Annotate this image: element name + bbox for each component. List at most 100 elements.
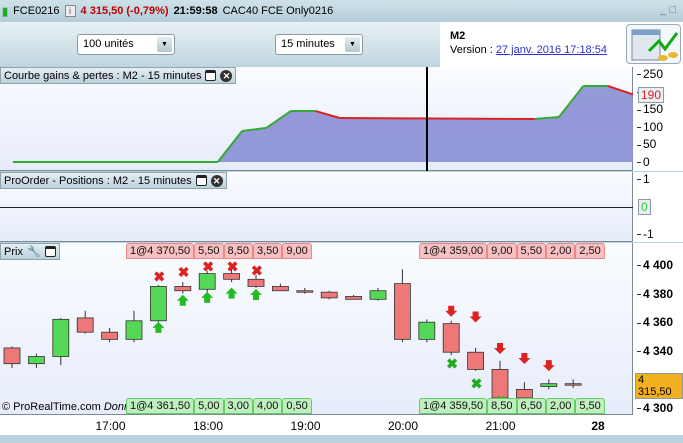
sell-arrow-icon — [518, 352, 531, 364]
system-info: M2 Version : 27 janv. 2016 17:18:54 — [440, 22, 683, 67]
order-cell: 9,00 — [282, 243, 312, 259]
order-cell: 6,50 — [516, 398, 546, 414]
backtest-report-icon[interactable] — [626, 24, 681, 64]
order-cell: 8,50 — [487, 398, 517, 414]
version-link[interactable]: 27 janv. 2016 17:18:54 — [496, 44, 607, 56]
order-cell: 3,50 — [252, 243, 283, 259]
positions-panel-header: ProOrder - Positions : M2 - 15 minutes ✕ — [0, 172, 227, 189]
candle — [27, 356, 45, 365]
wrench-icon[interactable]: 🔧 — [27, 245, 41, 258]
candle — [3, 347, 21, 365]
last-price: 4 315,50 — [80, 5, 124, 17]
clock: 21:59:58 — [173, 5, 218, 17]
tick-label: 100 — [637, 120, 663, 134]
order-summary-top: 1@4 359,00 9,00 5,50 2,00 2,50 — [419, 243, 605, 259]
candle — [516, 389, 533, 399]
exit-cross-icon: ✖ — [446, 356, 458, 372]
equity-axis: 250200150100500190 — [633, 67, 683, 171]
price-plot: ✖✖✖✖✖✖✖✖ — [0, 243, 633, 415]
tick-label: 4 340 — [637, 344, 673, 358]
candle — [369, 290, 387, 300]
candle — [52, 318, 70, 357]
equity-area — [13, 85, 662, 162]
tick-label: 4 400 — [637, 258, 673, 272]
equity-panel: Courbe gains & pertes : M2 - 15 minutes ✕… — [0, 67, 683, 171]
window-icon[interactable] — [195, 175, 207, 186]
exit-cross-icon: ✖ — [471, 376, 483, 392]
sell-arrow-icon — [469, 311, 482, 323]
timeframe-select[interactable]: 15 minutes ▼ — [275, 34, 363, 55]
time-axis: 17:00 18:00 19:00 20:00 21:00 28 — [0, 415, 683, 435]
time-tick-label: 19:00 — [290, 419, 321, 433]
tick-label: 4 360 — [637, 315, 673, 329]
chevron-down-icon[interactable]: ▼ — [157, 37, 172, 52]
tick-label: 250 — [637, 67, 663, 81]
status-strip — [0, 435, 683, 443]
tick-label: 4 380 — [637, 287, 673, 301]
equity-panel-header: Courbe gains & pertes : M2 - 15 minutes ✕ — [0, 67, 237, 84]
window-controls[interactable]: _□ — [660, 4, 679, 16]
tick-label: -1 — [637, 227, 654, 241]
order-cell: 1@4 359,00 — [419, 243, 488, 259]
order-summary-bottom: 1@4 359,50 8,50 6,50 2,00 5,50 — [419, 398, 605, 414]
order-cell: 5,00 — [194, 398, 224, 414]
close-icon[interactable]: ✕ — [210, 174, 223, 187]
time-tick-label: 18:00 — [192, 419, 224, 433]
panel-title: Courbe gains & pertes : M2 - 15 minutes — [4, 69, 202, 82]
positions-axis: 1 0 -1 — [633, 172, 683, 242]
version-label: Version : — [450, 44, 496, 56]
sell-arrow-icon — [445, 305, 458, 317]
quantity-select[interactable]: 100 unités ▼ — [77, 34, 175, 55]
price-change: (-0,79%) — [126, 5, 169, 17]
quantity-value: 100 unités — [83, 38, 134, 50]
candle — [76, 317, 94, 333]
sell-arrow-icon — [542, 360, 555, 372]
panel-title: ProOrder - Positions : M2 - 15 minutes — [4, 174, 192, 187]
tick-label: 1 — [637, 172, 650, 186]
order-cell: 1@4 361,50 — [126, 398, 195, 414]
exit-cross-icon: ✖ — [178, 264, 190, 280]
candlestick-icon: ▮ — [2, 5, 9, 18]
exit-cross-icon: ✖ — [227, 258, 239, 274]
tick-label: 150 — [637, 102, 663, 116]
order-cell: 2,50 — [575, 243, 605, 259]
chevron-down-icon[interactable]: ▼ — [345, 37, 360, 52]
price-panel-header: Prix 🔧 — [0, 243, 60, 260]
candle — [247, 278, 265, 287]
order-cell: 1@4 359,50 — [419, 398, 488, 414]
time-tick-label: 20:00 — [387, 419, 419, 433]
positions-panel: ProOrder - Positions : M2 - 15 minutes ✕ … — [0, 172, 683, 242]
order-cell: 2,00 — [545, 398, 576, 414]
exit-cross-icon: ✖ — [202, 258, 214, 274]
order-summary-bottom: 1@4 361,50 5,00 3,00 4,00 0,50 — [126, 398, 312, 414]
timeframe-value: 15 minutes — [281, 38, 335, 50]
candle — [149, 286, 167, 322]
close-icon[interactable]: ✕ — [220, 69, 233, 82]
order-cell: 4,00 — [252, 398, 283, 414]
candle — [125, 320, 143, 340]
info-icon[interactable]: i — [64, 5, 76, 17]
current-position-tag: 0 — [638, 199, 651, 215]
time-tick-label: 21:00 — [485, 419, 516, 433]
time-tick-label: 28 — [591, 419, 605, 433]
zero-line — [0, 207, 633, 208]
order-cell: 3,00 — [223, 398, 253, 414]
exit-cross-icon: ✖ — [251, 263, 263, 279]
current-price-tag: 4 315,50 — [635, 372, 683, 399]
window-icon[interactable] — [44, 246, 56, 257]
candle — [223, 273, 241, 280]
time-tick-label: 17:00 — [95, 419, 126, 433]
candle — [174, 286, 192, 292]
tick-label: 50 — [637, 137, 656, 151]
price-axis: 4 4004 3804 3604 3404 3204 3004 315,50 — [633, 243, 683, 415]
order-cell: 2,00 — [545, 243, 576, 259]
current-equity-tag: 190 — [638, 87, 665, 104]
buy-arrow-icon — [201, 291, 214, 303]
buy-arrow-icon — [152, 321, 165, 333]
order-cell: 5,50 — [516, 243, 546, 259]
buy-arrow-icon — [250, 289, 262, 301]
candle — [418, 321, 436, 340]
candle — [198, 273, 216, 290]
order-cell: 0,50 — [282, 398, 312, 414]
window-icon[interactable] — [205, 70, 217, 81]
